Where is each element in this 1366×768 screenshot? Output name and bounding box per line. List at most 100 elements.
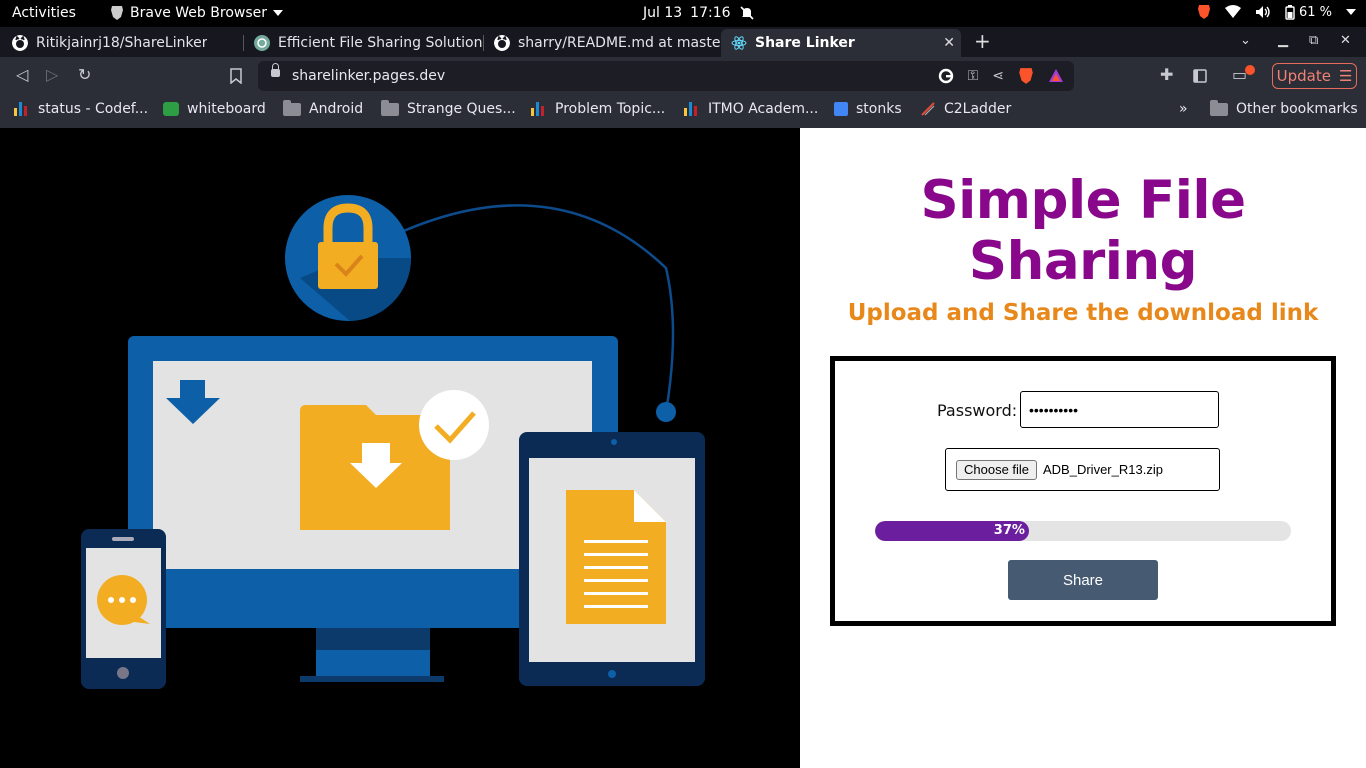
address-bar[interactable]: sharelinker.pages.dev ⚿ ⋖ xyxy=(258,61,1074,91)
wifi-icon xyxy=(1224,5,1241,18)
react-icon xyxy=(731,36,747,50)
brave-icon xyxy=(111,6,123,20)
tab-label: Efficient File Sharing Solution xyxy=(278,35,482,51)
codeforces-icon xyxy=(14,102,30,116)
volume-icon xyxy=(1255,6,1270,18)
tab-share-linker[interactable]: Share Linker ✕ xyxy=(721,29,961,57)
key-icon[interactable]: ⚿ xyxy=(968,68,979,84)
phone-icon xyxy=(81,529,166,689)
tab-search-chevron-icon[interactable]: ⌄ xyxy=(1240,33,1251,48)
system-top-bar: Activities Brave Web Browser Jul 13 17:1… xyxy=(0,0,1366,27)
update-label: Update xyxy=(1276,67,1331,85)
brave-rewards-icon[interactable] xyxy=(1048,68,1064,84)
update-button[interactable]: Update ☰ xyxy=(1272,63,1357,89)
battery-percent: 61 % xyxy=(1298,4,1332,20)
lock-icon[interactable] xyxy=(271,63,280,77)
upload-panel: Simple File Sharing Upload and Share the… xyxy=(800,128,1366,768)
bookmark-codeforces-status[interactable]: status - Codef... xyxy=(14,101,148,117)
chatgpt-icon xyxy=(254,35,270,51)
close-tab-icon[interactable]: ✕ xyxy=(943,35,955,51)
progress-fill: 37% xyxy=(875,521,1029,541)
share-button[interactable]: Share xyxy=(1008,560,1158,600)
bookmark-folder-android[interactable]: Android xyxy=(283,99,364,117)
folder-icon xyxy=(381,99,399,116)
bookmark-label: ITMO Academ... xyxy=(708,101,819,117)
lock-badge-icon xyxy=(285,195,411,321)
tab-label: Ritikjainrj18/ShareLinker xyxy=(36,35,208,51)
maximize-button[interactable]: ⧉ xyxy=(1309,33,1318,48)
battery-icon xyxy=(1285,4,1295,20)
bookmark-label: Problem Topic... xyxy=(555,101,666,117)
other-bookmarks-folder[interactable]: Other bookmarks xyxy=(1210,99,1358,117)
upload-progress-bar: 37% xyxy=(875,521,1291,541)
bookmark-problem-topics[interactable]: Problem Topic... xyxy=(531,101,665,117)
bookmark-icon[interactable] xyxy=(230,68,242,84)
app-name: Brave Web Browser xyxy=(130,5,267,21)
activities-button[interactable]: Activities xyxy=(12,5,76,21)
url-text[interactable]: sharelinker.pages.dev xyxy=(292,68,445,84)
share-icon[interactable]: ⋖ xyxy=(992,68,1004,84)
bookmark-label: C2Ladder xyxy=(944,101,1012,117)
browser-toolbar: ◁ ▷ ↻ sharelinker.pages.dev ⚿ ⋖ ✚ ▭ Upda… xyxy=(0,57,1366,95)
bookmark-label: status - Codef... xyxy=(38,101,149,117)
brave-rewards-icon xyxy=(1197,5,1210,19)
notification-badge xyxy=(1245,65,1255,75)
other-bookmarks-label: Other bookmarks xyxy=(1236,101,1358,117)
minimize-button[interactable]: ▁ xyxy=(1278,33,1288,48)
tab-label: Share Linker xyxy=(755,35,855,51)
tab-label: sharry/README.md at master xyxy=(518,35,720,51)
time-label: 17:16 xyxy=(690,5,731,21)
password-input[interactable] xyxy=(1020,391,1219,428)
new-tab-button[interactable]: + xyxy=(974,29,991,53)
tablet-icon xyxy=(519,432,705,686)
upload-form: Password: Choose file ADB_Driver_R13.zip… xyxy=(830,356,1336,626)
forward-button[interactable]: ▷ xyxy=(46,66,58,84)
chevron-down-icon xyxy=(273,10,283,16)
hero-illustration xyxy=(0,128,800,768)
selected-file-name: ADB_Driver_R13.zip xyxy=(1043,462,1163,477)
folder-icon xyxy=(1210,99,1228,116)
bookmark-label: Strange Ques... xyxy=(407,101,516,117)
file-input[interactable]: Choose file ADB_Driver_R13.zip xyxy=(945,448,1220,491)
bookmark-label: stonks xyxy=(856,101,902,117)
github-icon xyxy=(494,35,510,51)
bookmark-c2ladder[interactable]: C2Ladder xyxy=(920,101,1011,117)
bookmarks-bar: status - Codef... whiteboard Android Str… xyxy=(0,95,1366,128)
docs-icon xyxy=(834,102,848,116)
google-icon[interactable] xyxy=(938,68,954,84)
whiteboard-icon xyxy=(163,102,179,116)
chevron-down-icon xyxy=(1346,9,1356,15)
reload-button[interactable]: ↻ xyxy=(78,66,91,84)
page-subtitle: Upload and Share the download link xyxy=(847,300,1319,326)
bookmark-label: Android xyxy=(309,101,364,117)
tab-sharry-readme[interactable]: sharry/README.md at master xyxy=(484,29,720,57)
close-window-button[interactable]: ✕ xyxy=(1340,33,1351,48)
bookmark-folder-strange-questions[interactable]: Strange Ques... xyxy=(381,99,516,117)
codeforces-icon xyxy=(684,102,700,116)
bookmark-whiteboard[interactable]: whiteboard xyxy=(163,101,266,117)
bookmark-label: whiteboard xyxy=(187,101,266,117)
system-tray[interactable]: 61 % xyxy=(1197,4,1356,20)
choose-file-button[interactable]: Choose file xyxy=(956,460,1038,480)
date-label: Jul 13 xyxy=(643,5,683,21)
page-viewport: Simple File Sharing Upload and Share the… xyxy=(0,128,1366,768)
more-bookmarks-button[interactable]: » xyxy=(1179,101,1188,117)
password-label: Password: xyxy=(937,401,1018,420)
ladder-icon xyxy=(921,102,935,116)
bookmarks-more-label: » xyxy=(1179,101,1188,117)
extensions-icon[interactable]: ✚ xyxy=(1160,66,1173,84)
back-button[interactable]: ◁ xyxy=(16,66,28,84)
tab-sharelinker-repo[interactable]: Ritikjainrj18/ShareLinker xyxy=(2,29,242,57)
github-icon xyxy=(12,35,28,51)
clock[interactable]: Jul 13 17:16 xyxy=(643,5,755,21)
brave-shields-icon[interactable] xyxy=(1018,67,1034,85)
app-menu[interactable]: Brave Web Browser xyxy=(110,5,283,21)
bookmark-stonks[interactable]: stonks xyxy=(834,101,902,117)
sidebar-icon[interactable] xyxy=(1193,69,1207,83)
bookmark-itmo-academy[interactable]: ITMO Academ... xyxy=(684,101,818,117)
tab-file-sharing-solution[interactable]: Efficient File Sharing Solution xyxy=(244,29,482,57)
notifications-off-icon xyxy=(739,6,754,20)
page-title: Simple File Sharing xyxy=(920,170,1246,292)
folder-icon xyxy=(283,99,301,116)
tab-strip: Ritikjainrj18/ShareLinker Efficient File… xyxy=(0,27,1366,57)
